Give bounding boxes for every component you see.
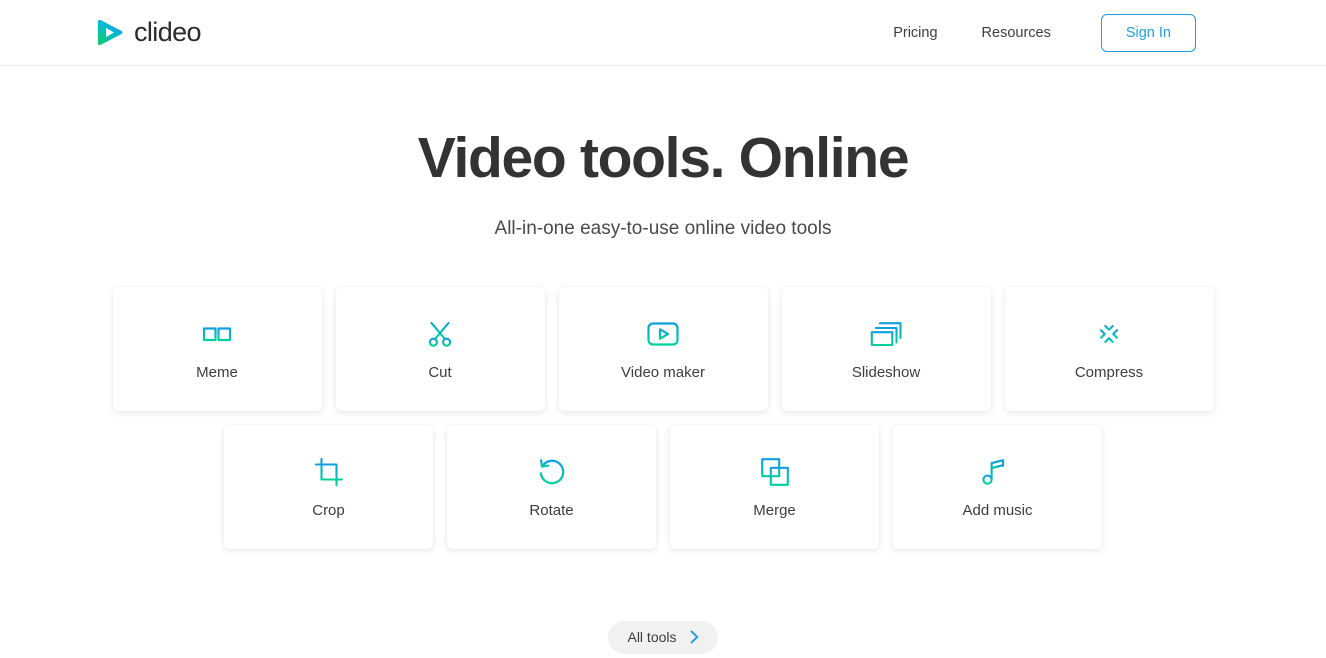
compress-arrows-icon [1093, 317, 1125, 351]
stacked-slides-icon [869, 317, 903, 351]
all-tools-section: All tools [0, 620, 1326, 654]
glasses-icon [195, 317, 239, 351]
scissors-icon [425, 317, 455, 351]
play-triangle-logo-icon [97, 19, 123, 46]
sign-in-button[interactable]: Sign In [1100, 13, 1196, 52]
tools-row-2: Crop Rotate Merge Add music [0, 424, 1326, 549]
tool-card-video-maker[interactable]: Video maker [558, 286, 768, 411]
tool-card-add-music[interactable]: Add music [893, 424, 1102, 549]
logo-text: clideo [134, 17, 202, 47]
site-header: clideo Pricing Resources Sign In [0, 0, 1326, 66]
tools-grid: Meme Cut Video maker Slideshow Compress … [0, 286, 1326, 549]
nav-link-pricing[interactable]: Pricing [871, 17, 959, 49]
tool-label: Add music [962, 502, 1033, 520]
tool-label: Video maker [621, 364, 705, 382]
tool-card-slideshow[interactable]: Slideshow [781, 286, 991, 411]
hero-section: Video tools. Online All-in-one easy-to-u… [0, 66, 1326, 240]
main-nav: Pricing Resources Sign In [871, 13, 1196, 52]
tool-card-compress[interactable]: Compress [1004, 286, 1214, 411]
tool-card-crop[interactable]: Crop [224, 424, 433, 549]
chevron-right-icon [690, 630, 698, 644]
tool-label: Meme [196, 364, 238, 382]
tool-label: Slideshow [851, 364, 921, 382]
tool-card-cut[interactable]: Cut [335, 286, 545, 411]
all-tools-button[interactable]: All tools [608, 620, 718, 654]
tool-label: Merge [753, 502, 796, 520]
tool-card-meme[interactable]: Meme [112, 286, 322, 411]
tool-label: Rotate [529, 502, 574, 520]
rotate-ccw-icon [537, 455, 567, 489]
tool-card-merge[interactable]: Merge [670, 424, 879, 549]
music-note-plus-icon [980, 455, 1016, 489]
tools-row-1: Meme Cut Video maker Slideshow Compress [0, 286, 1326, 411]
tool-label: Cut [428, 364, 452, 382]
tool-label: Compress [1074, 364, 1144, 382]
crop-marks-icon [314, 455, 344, 489]
page-subtitle: All-in-one easy-to-use online video tool… [494, 217, 832, 239]
tool-label: Crop [312, 502, 345, 520]
nav-link-resources[interactable]: Resources [960, 17, 1073, 49]
page-title: Video tools. Online [417, 126, 910, 190]
video-play-frame-icon [646, 317, 680, 351]
logo[interactable]: clideo [94, 17, 202, 48]
overlapping-squares-icon [760, 455, 790, 489]
tool-card-rotate[interactable]: Rotate [447, 424, 656, 549]
all-tools-label: All tools [627, 629, 677, 646]
